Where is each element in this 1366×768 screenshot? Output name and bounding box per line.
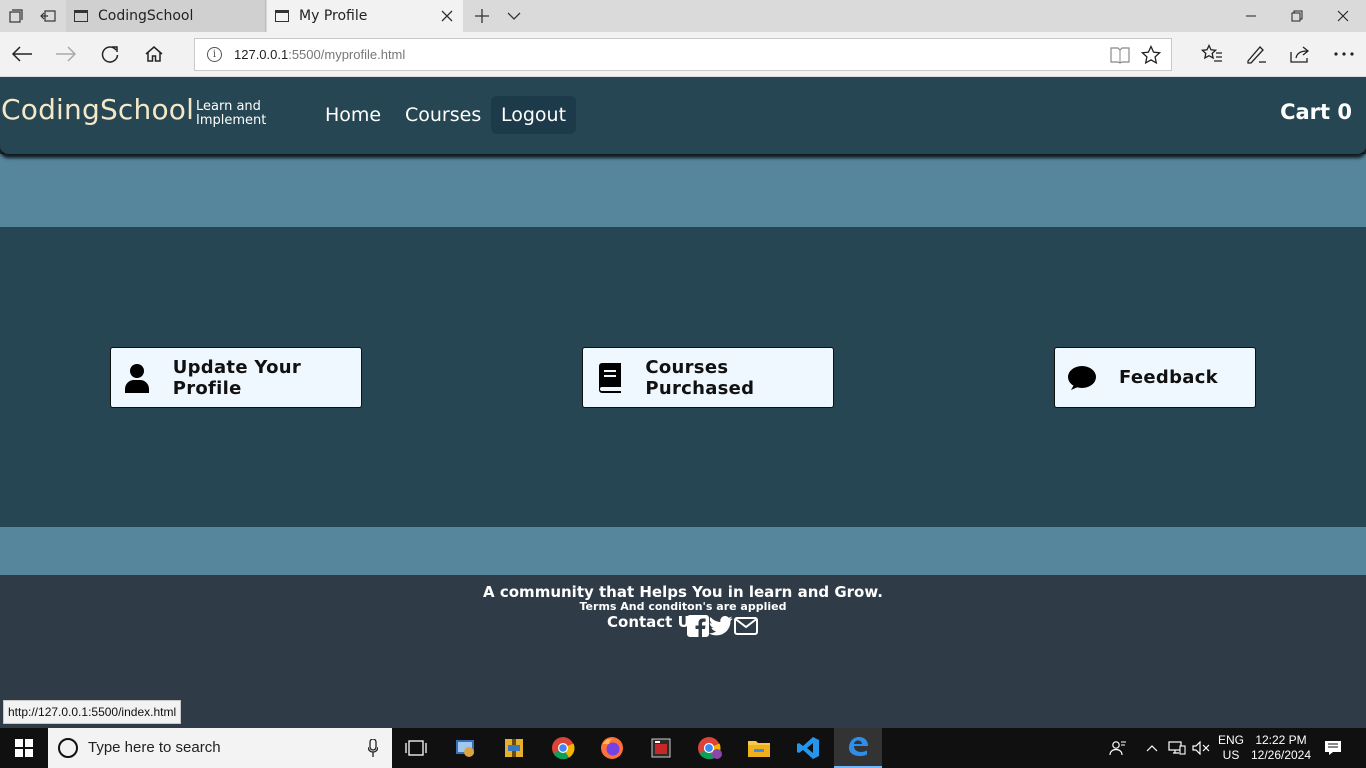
clock-date: 12/26/2024 <box>1250 748 1312 762</box>
share-icon[interactable] <box>1288 42 1312 66</box>
site-tagline: Learn and Implement <box>196 99 267 128</box>
region-code: US <box>1222 748 1240 762</box>
volume-muted-icon[interactable] <box>1190 728 1212 768</box>
task-view-icon[interactable] <box>392 728 440 768</box>
refresh-icon[interactable] <box>98 42 122 66</box>
set-tabs-aside-icon[interactable] <box>38 6 58 26</box>
firefox-app-icon[interactable] <box>588 728 636 768</box>
feedback-label: Feedback <box>1119 367 1218 388</box>
tab-manager-icon[interactable] <box>6 6 26 26</box>
user-icon <box>123 363 151 393</box>
cortana-icon <box>58 738 78 758</box>
new-tab-icon[interactable] <box>472 6 492 26</box>
taskbar-search-box[interactable]: Type here to search <box>48 728 392 768</box>
footer-tagline: A community that Helps You in learn and … <box>483 583 883 601</box>
clock-time: 12:22 PM <box>1255 733 1307 747</box>
update-profile-button[interactable]: Update Your Profile <box>110 347 362 408</box>
restore-icon[interactable] <box>1274 0 1320 32</box>
reading-view-icon[interactable] <box>1110 46 1130 68</box>
microphone-icon[interactable] <box>367 738 379 757</box>
update-profile-label: Update Your Profile <box>172 356 302 399</box>
link-status-tooltip: http://127.0.0.1:5500/index.html <box>3 700 182 724</box>
url-text: 127.0.0.1:5500/myprofile.html <box>234 47 405 62</box>
search-placeholder: Type here to search <box>88 739 221 756</box>
show-hidden-icons-chevron-icon[interactable] <box>1142 728 1162 768</box>
web-note-pen-icon[interactable] <box>1244 42 1268 66</box>
envelope-icon[interactable] <box>734 615 758 637</box>
browser-address-bar: i 127.0.0.1:5500/myprofile.html <box>0 32 1366 77</box>
site-logo[interactable]: CodingSchool <box>1 93 194 126</box>
favorites-hub-icon[interactable] <box>1200 42 1224 66</box>
more-options-icon[interactable] <box>1332 42 1356 66</box>
file-explorer-app-icon[interactable] <box>735 728 783 768</box>
comment-icon <box>1067 363 1097 393</box>
close-tab-icon[interactable] <box>439 8 455 24</box>
page-icon <box>275 10 289 22</box>
page-icon <box>74 10 88 22</box>
courses-purchased-button[interactable]: Courses Purchased <box>582 347 834 408</box>
url-host: 127.0.0.1 <box>234 47 289 62</box>
twitter-icon[interactable] <box>709 615 733 637</box>
network-icon[interactable] <box>1166 728 1188 768</box>
address-field[interactable]: i 127.0.0.1:5500/myprofile.html <box>194 38 1172 71</box>
close-window-icon[interactable] <box>1320 0 1366 32</box>
browser-tab-bar: CodingSchool My Profile <box>0 0 1366 32</box>
footer-contact-label: Contact Us <box>607 613 699 631</box>
site-footer: A community that Helps You in learn and … <box>0 575 1366 728</box>
site-info-icon[interactable]: i <box>207 47 222 62</box>
profile-options-section: Update Your Profile Courses Purchased Fe… <box>0 227 1366 527</box>
vscode-app-icon[interactable] <box>784 728 832 768</box>
chrome-profile-app-icon[interactable] <box>686 728 734 768</box>
courses-purchased-label: Courses Purchased <box>645 356 755 399</box>
nav-link-courses[interactable]: Courses <box>395 96 491 134</box>
language-indicator[interactable]: ENG US <box>1214 728 1248 768</box>
cart-link[interactable]: Cart 0 <box>1280 100 1352 124</box>
tab-preview-chevron-icon[interactable] <box>504 6 524 26</box>
clock[interactable]: 12:22 PM 12/26/2024 <box>1248 728 1314 768</box>
action-center-icon[interactable] <box>1320 728 1346 768</box>
language-code: ENG <box>1217 733 1244 747</box>
minimize-icon[interactable] <box>1228 0 1274 32</box>
site-navbar: CodingSchool Learn and Implement Home Co… <box>0 77 1366 154</box>
edge-app-icon[interactable] <box>834 728 882 768</box>
forward-arrow-icon[interactable] <box>54 42 78 66</box>
facebook-icon[interactable] <box>686 615 710 637</box>
people-icon[interactable] <box>1104 728 1132 768</box>
windows-start-icon[interactable] <box>0 728 48 768</box>
home-icon[interactable] <box>142 42 166 66</box>
top-band <box>0 154 1366 227</box>
windows-taskbar: Type here to search ENG US 12:22 PM 12/2… <box>0 728 1366 768</box>
web-page: CodingSchool Learn and Implement Home Co… <box>0 77 1366 728</box>
bottom-band <box>0 527 1366 575</box>
book-icon <box>595 362 623 393</box>
feedback-button[interactable]: Feedback <box>1054 347 1256 408</box>
tab-title: My Profile <box>299 8 368 24</box>
archive-app-icon[interactable] <box>490 728 538 768</box>
terminal-app-icon[interactable] <box>637 728 685 768</box>
url-path: :5500/myprofile.html <box>288 47 406 62</box>
nav-link-home[interactable]: Home <box>315 96 391 134</box>
back-arrow-icon[interactable] <box>10 42 34 66</box>
chrome-app-icon[interactable] <box>539 728 587 768</box>
nav-link-logout[interactable]: Logout <box>491 96 577 134</box>
control-panel-app-icon[interactable] <box>441 728 489 768</box>
footer-terms[interactable]: Terms And conditon's are applied <box>0 600 1366 613</box>
tab-my-profile[interactable]: My Profile <box>267 0 463 32</box>
tab-title: CodingSchool <box>98 8 194 24</box>
favorite-star-icon[interactable] <box>1140 44 1162 69</box>
tab-codingschool[interactable]: CodingSchool <box>66 0 266 32</box>
